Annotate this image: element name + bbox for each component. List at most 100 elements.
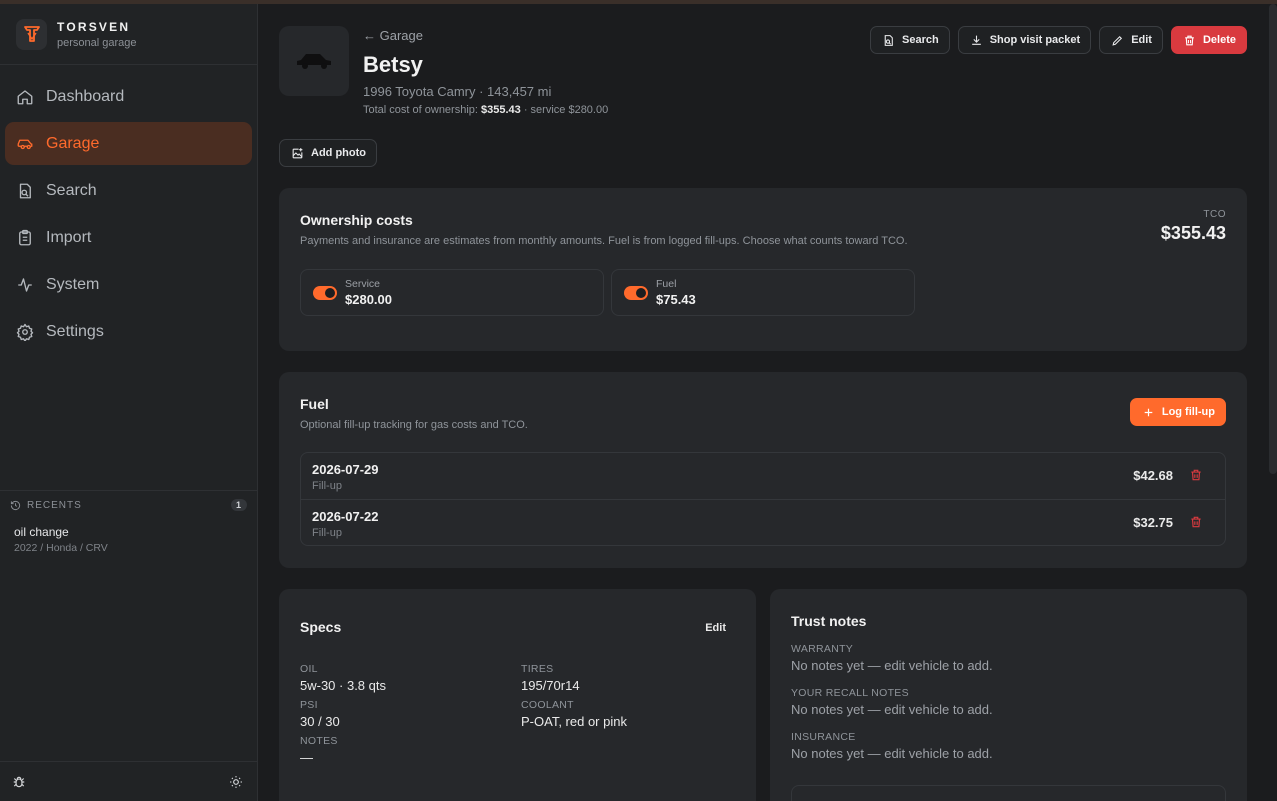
vehicle-description: 1996 Toyota Camry · 143,457 mi [363,84,552,99]
log-fillup-wrap: Log fill-up [1129,398,1226,426]
spec-value: — [300,750,313,765]
tco-value: $355.43 [481,104,521,116]
list-item[interactable]: 2026-07-22 Fill-up $32.75 [301,499,1225,545]
recent-item[interactable]: oil change 2022 / Honda / CRV [10,525,247,554]
spec-value: 5w-30 · 3.8 qts [300,678,386,693]
specs-title: Specs [300,619,342,635]
sidebar-item-garage[interactable]: Garage [5,122,252,165]
trust-note-label: YOUR RECALL NOTES [791,687,909,699]
cost-toggle-fuel[interactable]: Fuel $75.43 [611,269,915,316]
recent-item-subtitle: 2022 / Honda / CRV [14,542,108,554]
tco-total: $355.43 [1160,223,1226,243]
search-button-label: Search [902,34,939,46]
trust-note-value: No notes yet — edit vehicle to add. [791,746,993,761]
page-scrollbar[interactable] [1269,4,1277,474]
trust-notes-title: Trust notes [791,613,867,629]
tco-suffix: · service $280.00 [520,104,609,116]
sidebar-item-dashboard[interactable]: Dashboard [5,75,252,118]
recents-count-badge: 1 [230,499,247,511]
trust-notes-card: Trust notes WARRANTY No notes yet — edit… [770,589,1247,801]
spec-coolant: COOLANT P-OAT, red or pink [521,699,721,729]
fuel-title: Fuel [300,396,329,412]
fillup-type: Fill-up [312,480,342,492]
home-icon [17,89,33,104]
delete-button[interactable]: Delete [1170,26,1247,54]
spec-value: 195/70r14 [521,678,580,693]
plus-icon [1144,408,1153,416]
tco-box: TCO $355.43 [1161,209,1226,244]
trash-icon [1191,516,1201,528]
service-toggle-switch[interactable] [313,285,337,300]
trash-icon [1191,469,1201,481]
car-icon [17,139,33,149]
sidebar-item-label: Settings [46,322,104,340]
cost-toggles: Service $280.00 Fuel $75.43 [300,269,1226,316]
toggle-value: $75.43 [656,292,696,307]
add-photo-wrap: Add photo [279,139,377,167]
image-plus-icon [292,147,303,158]
fuel-toggle-switch[interactable] [624,285,648,300]
add-photo-button[interactable]: Add photo [279,139,377,167]
brand[interactable]: TORSVEN personal garage [0,4,257,65]
app-subtitle: personal garage [57,36,137,49]
torsven-logo-icon [16,18,47,50]
sidebar-item-search[interactable]: Search [5,169,252,212]
tco-label: TCO [1203,209,1226,220]
fuel-card: Fuel Optional fill-up tracking for gas c… [279,372,1247,568]
sun-icon[interactable] [229,775,243,789]
trust-note-value: No notes yet — edit vehicle to add. [791,702,993,717]
sidebar-item-label: Dashboard [46,87,125,105]
download-icon [971,35,981,45]
fuel-list: 2026-07-29 Fill-up $42.68 2026-07-22 Fil… [300,452,1226,546]
list-item[interactable]: 2026-07-29 Fill-up $42.68 [301,453,1225,499]
gear-icon [16,323,34,341]
main-content: ← Garage Betsy 1996 Toyota Camry · 143,4… [279,4,1247,801]
specs-grid: OIL 5w-30 · 3.8 qts TIRES 195/70r14 PSI … [300,663,735,765]
specs-card: Specs Edit OIL 5w-30 · 3.8 qts TIRES 195… [279,589,756,801]
delete-fillup-button[interactable] [1189,468,1203,487]
fillup-type: Fill-up [312,527,342,539]
ownership-costs-card: Ownership costs Payments and insurance a… [279,188,1247,351]
sidebar-item-import[interactable]: Import [5,216,252,259]
trust-note-warranty: WARRANTY No notes yet — edit vehicle to … [791,643,1226,673]
edit-button[interactable]: Edit [1099,26,1163,54]
vehicle-header: ← Garage Betsy 1996 Toyota Camry · 143,4… [279,4,1247,129]
sidebar-item-label: Garage [46,134,100,152]
back-link-label: Garage [379,28,423,43]
shop-visit-packet-button[interactable]: Shop visit packet [957,26,1092,54]
fillup-amount: $42.68 [1133,468,1173,483]
trash-icon [1185,35,1194,45]
shop-visit-packet-label: Shop visit packet [989,34,1081,46]
toggle-value: $280.00 [345,292,392,307]
sidebar-item-settings[interactable]: Settings [5,310,252,353]
specs-edit-button[interactable]: Edit [705,622,726,634]
trust-note-label: WARRANTY [791,643,854,655]
log-fillup-button[interactable]: Log fill-up [1129,398,1226,426]
sidebar-item-label: Search [46,181,97,199]
back-to-garage-link[interactable]: ← Garage [363,28,423,43]
edit-button-label: Edit [1131,34,1152,46]
spec-value: P-OAT, red or pink [521,714,627,729]
pencil-icon [1112,35,1123,46]
vehicle-tco-summary: Total cost of ownership: $355.43 · servi… [363,104,608,116]
sidebar: TORSVEN personal garage Dashboard Garage… [0,4,258,801]
fuel-description: Optional fill-up tracking for gas costs … [300,419,528,431]
app-name: TORSVEN [57,19,131,34]
bug-icon[interactable] [12,775,26,789]
spec-label: OIL [300,663,318,675]
search-button[interactable]: Search [870,26,950,54]
tco-prefix: Total cost of ownership: [363,104,482,116]
spec-value: 30 / 30 [300,714,340,729]
spec-label: COOLANT [521,699,574,711]
toggle-label: Fuel [656,278,677,290]
search-file-icon [884,34,893,46]
cost-toggle-service[interactable]: Service $280.00 [300,269,604,316]
trust-note-label: INSURANCE [791,731,856,743]
spec-oil: OIL 5w-30 · 3.8 qts [300,663,521,693]
spec-psi: PSI 30 / 30 [300,699,521,729]
sidebar-item-system[interactable]: System [5,263,252,306]
history-icon [10,500,21,510]
trust-note-recall: YOUR RECALL NOTES No notes yet — edit ve… [791,687,1226,717]
spec-notes: NOTES — [300,735,521,765]
delete-fillup-button[interactable] [1189,515,1203,534]
